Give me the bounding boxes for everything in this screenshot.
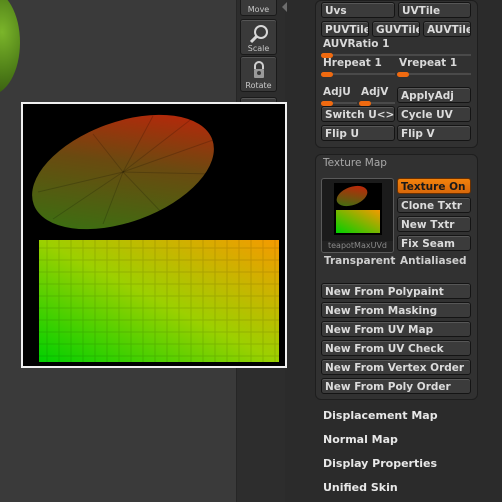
scale-label: Scale bbox=[247, 44, 270, 53]
auvratio-label: AUVRatio 1 bbox=[323, 38, 390, 50]
hrepeat-slider[interactable]: Hrepeat 1 bbox=[321, 57, 395, 77]
collapse-arrow-icon[interactable] bbox=[282, 2, 287, 12]
adjv-label: AdjV bbox=[361, 86, 389, 98]
model-fragment bbox=[0, 0, 20, 95]
texture-map-header[interactable]: Texture Map bbox=[323, 157, 387, 169]
uvtile-button[interactable]: UVTile bbox=[398, 2, 471, 18]
new-from-uv-map-button[interactable]: New From UV Map bbox=[321, 321, 471, 337]
adjv-slider[interactable]: AdjV bbox=[359, 86, 395, 106]
magnifier-icon bbox=[249, 25, 268, 44]
adju-label: AdjU bbox=[323, 86, 351, 98]
texture-thumbnail[interactable]: teapotMaxUVd bbox=[321, 178, 394, 253]
texture-preview bbox=[21, 102, 287, 368]
uv-shell-oval bbox=[32, 114, 214, 230]
new-from-vertex-order-button[interactable]: New From Vertex Order bbox=[321, 359, 471, 375]
texture-thumbnail-image bbox=[334, 183, 382, 235]
new-from-poly-order-button[interactable]: New From Poly Order bbox=[321, 378, 471, 394]
vrepeat-slider[interactable]: Vrepeat 1 bbox=[397, 57, 471, 77]
scale-button[interactable]: Scale bbox=[240, 19, 277, 55]
hrepeat-label: Hrepeat 1 bbox=[323, 57, 382, 69]
fix-seam-button[interactable]: Fix Seam bbox=[397, 235, 471, 251]
antialiased-toggle[interactable]: Antialiased bbox=[400, 255, 466, 267]
rotate-button[interactable]: Rotate bbox=[240, 56, 277, 92]
move-label: Move bbox=[247, 5, 270, 14]
new-from-uv-check-button[interactable]: New From UV Check bbox=[321, 340, 471, 356]
transparent-toggle[interactable]: Transparent bbox=[324, 255, 396, 267]
new-from-polypaint-button[interactable]: New From Polypaint bbox=[321, 283, 471, 299]
switch-uv-button[interactable]: Switch U<>V bbox=[321, 106, 395, 122]
display-properties-subpalette[interactable]: Display Properties bbox=[323, 457, 437, 470]
vrepeat-knob[interactable] bbox=[397, 72, 409, 77]
uvs-button[interactable]: Uvs bbox=[321, 2, 395, 18]
puvtiles-button[interactable]: PUVTiles bbox=[321, 21, 369, 37]
auvratio-track bbox=[321, 54, 471, 56]
auvratio-slider[interactable]: AUVRatio 1 bbox=[321, 38, 471, 58]
flip-u-button[interactable]: Flip U bbox=[321, 125, 395, 141]
hrepeat-knob[interactable] bbox=[321, 72, 333, 77]
displacement-map-subpalette[interactable]: Displacement Map bbox=[323, 409, 438, 422]
applyadj-button[interactable]: ApplyAdj bbox=[397, 87, 471, 103]
texture-preview-image bbox=[32, 113, 279, 362]
guvtiles-button[interactable]: GUVTiles bbox=[372, 21, 420, 37]
unified-skin-subpalette[interactable]: Unified Skin bbox=[323, 481, 398, 494]
texture-thumbnail-label: teapotMaxUVd bbox=[322, 241, 393, 252]
uv-grid-overlay bbox=[39, 240, 279, 362]
new-from-masking-button[interactable]: New From Masking bbox=[321, 302, 471, 318]
move-button[interactable]: Move bbox=[240, 0, 277, 16]
auvtiles-button[interactable]: AUVTiles bbox=[423, 21, 471, 37]
rotate-icon bbox=[253, 61, 264, 78]
new-txtr-button[interactable]: New Txtr bbox=[397, 216, 471, 232]
flip-v-button[interactable]: Flip V bbox=[397, 125, 471, 141]
rotate-label: Rotate bbox=[245, 81, 272, 90]
normal-map-subpalette[interactable]: Normal Map bbox=[323, 433, 398, 446]
clone-txtr-button[interactable]: Clone Txtr bbox=[397, 197, 471, 213]
adju-slider[interactable]: AdjU bbox=[321, 86, 357, 106]
cycle-uv-button[interactable]: Cycle UV bbox=[397, 106, 471, 122]
texture-on-button[interactable]: Texture On bbox=[397, 178, 471, 194]
vrepeat-label: Vrepeat 1 bbox=[399, 57, 458, 69]
